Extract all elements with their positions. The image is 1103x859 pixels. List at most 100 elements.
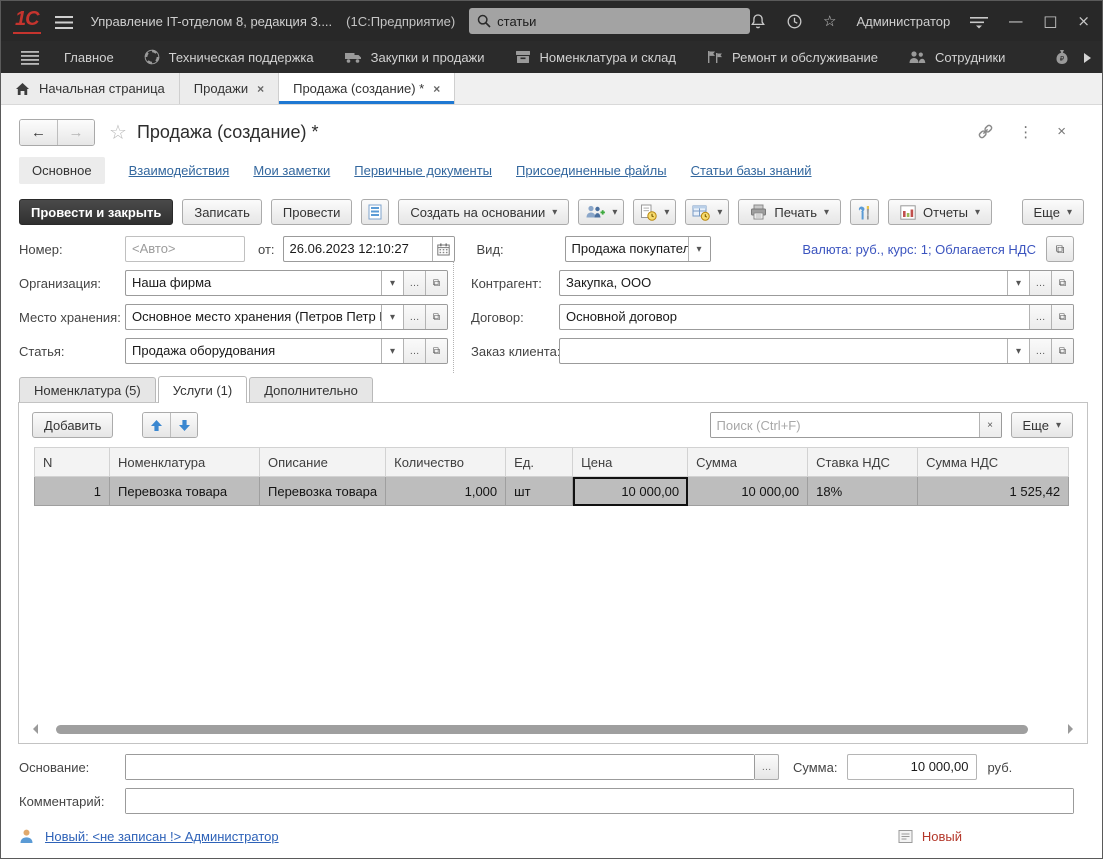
forward-button[interactable]: → [57, 120, 94, 145]
money-section-icon[interactable]: ₽ [1055, 49, 1069, 66]
scroll-left-icon[interactable] [33, 724, 38, 734]
date-field[interactable]: 26.06.2023 12:10:27 [283, 236, 455, 262]
document-status-link[interactable]: Новый: <не записан !> Администратор [45, 829, 279, 844]
navlink-attached-files[interactable]: Присоединенные файлы [516, 163, 667, 178]
currency-settings-link[interactable]: Валюта: руб., курс: 1; Облагается НДС [802, 242, 1036, 257]
move-row-up-button[interactable] [143, 413, 170, 437]
get-link-icon[interactable] [977, 123, 994, 140]
favorites-star-icon[interactable]: ☆ [823, 12, 836, 30]
col-header-nomenclature[interactable]: Номенклатура [110, 448, 260, 477]
calendar-icon[interactable] [432, 237, 454, 261]
maximize-button[interactable]: □ [1043, 12, 1057, 30]
close-icon[interactable]: × [433, 82, 440, 96]
table-search-field[interactable]: × [710, 412, 1002, 438]
table-row[interactable]: 1 Перевозка товара Перевозка товара 1,00… [35, 477, 1069, 506]
move-row-down-button[interactable] [170, 413, 197, 437]
open-icon[interactable]: ⧉ [425, 339, 447, 363]
scrollbar-thumb[interactable] [56, 725, 1028, 734]
document-journal-dropdown-button[interactable]: ▾ [633, 199, 676, 225]
menu-item-tech-support[interactable]: Техническая поддержка [129, 41, 329, 73]
horizontal-scrollbar[interactable] [33, 723, 1073, 735]
type-field[interactable]: Продажа покупател ▾ [565, 236, 711, 262]
open-icon[interactable]: ⧉ [1051, 305, 1073, 329]
cell-vat-sum[interactable]: 1 525,42 [918, 477, 1069, 506]
item-field[interactable]: Продажа оборудования ▾ … ⧉ [125, 338, 448, 364]
global-search-input[interactable]: статьи [469, 8, 750, 34]
main-menu-icon[interactable] [55, 13, 73, 28]
dropdown-caret-icon[interactable]: ▾ [381, 271, 403, 295]
tab-additional[interactable]: Дополнительно [249, 377, 373, 403]
col-header-quantity[interactable]: Количество [386, 448, 506, 477]
close-window-button[interactable]: × [1077, 12, 1090, 30]
close-icon[interactable]: × [257, 82, 264, 96]
contacts-dropdown-button[interactable]: ▾ [578, 199, 624, 225]
form-menu-dots-icon[interactable]: ⋮ [1018, 123, 1033, 141]
col-header-vat-rate[interactable]: Ставка НДС [808, 448, 918, 477]
posting-results-button[interactable] [361, 199, 389, 225]
cell-nomenclature[interactable]: Перевозка товара [110, 477, 260, 506]
menu-item-purchases-sales[interactable]: Закупки и продажи [329, 41, 500, 73]
number-field[interactable]: <Авто> [125, 236, 245, 262]
col-header-description[interactable]: Описание [260, 448, 386, 477]
open-icon[interactable]: ⧉ [425, 305, 447, 329]
cell-quantity[interactable]: 1,000 [386, 477, 506, 506]
notifications-bell-icon[interactable] [750, 13, 766, 30]
open-icon[interactable]: ⧉ [1051, 339, 1073, 363]
dropdown-caret-icon[interactable]: ▾ [381, 339, 403, 363]
menu-item-main[interactable]: Главное [49, 41, 129, 73]
create-based-on-button[interactable]: Создать на основании▾ [398, 199, 569, 225]
cell-vat-rate[interactable]: 18% [808, 477, 918, 506]
back-button[interactable]: ← [20, 120, 57, 145]
sections-panel-icon[interactable] [11, 49, 49, 65]
cell-sum[interactable]: 10 000,00 [688, 477, 808, 506]
dropdown-caret-icon[interactable]: ▾ [1007, 271, 1029, 295]
menu-item-employees[interactable]: Сотрудники [893, 41, 1020, 73]
navlink-notes[interactable]: Мои заметки [253, 163, 330, 178]
open-currency-window-icon[interactable]: ⧉ [1046, 236, 1074, 262]
choose-icon[interactable]: … [403, 271, 425, 295]
favorite-star-icon[interactable]: ☆ [109, 120, 127, 145]
tab-services[interactable]: Услуги (1) [158, 376, 247, 403]
clear-search-icon[interactable]: × [979, 413, 1001, 437]
choose-icon[interactable]: … [1029, 271, 1051, 295]
tab-home[interactable]: Начальная страница [1, 73, 180, 104]
col-header-n[interactable]: N [35, 448, 110, 477]
save-button[interactable]: Записать [182, 199, 262, 225]
cell-unit[interactable]: шт [506, 477, 573, 506]
add-row-button[interactable]: Добавить [32, 412, 113, 438]
tasks-dropdown-button[interactable]: ▾ [685, 199, 729, 225]
tab-nomenclature[interactable]: Номенклатура (5) [19, 377, 156, 403]
col-header-vat-sum[interactable]: Сумма НДС [918, 448, 1069, 477]
navlink-primary-docs[interactable]: Первичные документы [354, 163, 492, 178]
reports-button[interactable]: Отчеты▾ [888, 199, 992, 225]
tab-sales-list[interactable]: Продажи × [180, 73, 279, 104]
menu-item-nomenclature-warehouse[interactable]: Номенклатура и склад [500, 41, 691, 73]
comment-input[interactable] [126, 789, 1073, 813]
current-user-label[interactable]: Администратор [856, 14, 950, 29]
print-button[interactable]: Печать▾ [738, 199, 841, 225]
post-button[interactable]: Провести [271, 199, 353, 225]
counterparty-field[interactable]: Закупка, ООО ▾ … ⧉ [559, 270, 1074, 296]
customer-order-field[interactable]: ▾ … ⧉ [559, 338, 1074, 364]
cell-description[interactable]: Перевозка товара [260, 477, 386, 506]
menu-overflow-icon[interactable] [1083, 50, 1092, 65]
navlink-interactions[interactable]: Взаимодействия [129, 163, 230, 178]
col-header-unit[interactable]: Ед. [506, 448, 573, 477]
dropdown-caret-icon[interactable]: ▾ [1007, 339, 1029, 363]
post-and-close-button[interactable]: Провести и закрыть [19, 199, 173, 225]
contract-field[interactable]: Основной договор … ⧉ [559, 304, 1074, 330]
col-header-sum[interactable]: Сумма [688, 448, 808, 477]
dropdown-caret-icon[interactable]: ▾ [688, 237, 710, 261]
choose-icon[interactable]: … [403, 305, 425, 329]
service-menu-icon[interactable] [970, 13, 988, 29]
open-icon[interactable]: ⧉ [425, 271, 447, 295]
col-header-price[interactable]: Цена [573, 448, 688, 477]
choose-icon[interactable]: … [1029, 339, 1051, 363]
navlink-main[interactable]: Основное [19, 157, 105, 184]
navlink-kb-articles[interactable]: Статьи базы знаний [691, 163, 812, 178]
close-form-icon[interactable]: × [1057, 123, 1066, 140]
basis-input[interactable] [126, 755, 754, 779]
form-more-button[interactable]: Еще▾ [1022, 199, 1084, 225]
basis-choose-icon[interactable]: … [755, 754, 779, 780]
table-search-input[interactable] [711, 413, 979, 437]
